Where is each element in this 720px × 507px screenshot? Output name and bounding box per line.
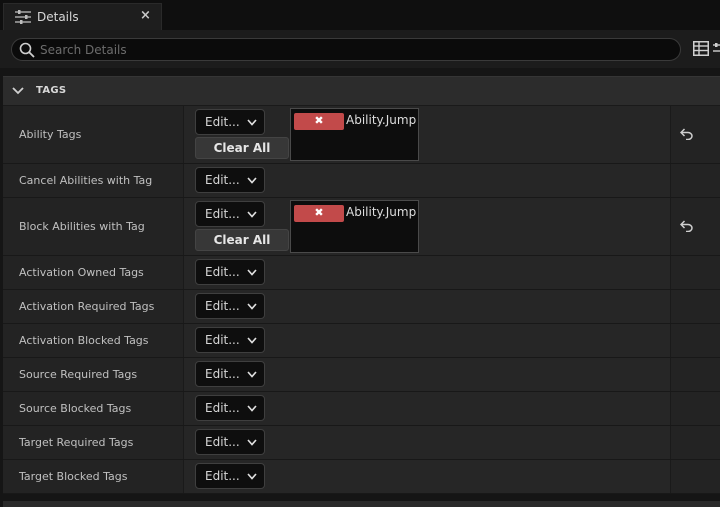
property-value: Edit... (184, 426, 670, 459)
edit-dropdown-label: Edit... (205, 333, 240, 347)
edit-tags-dropdown[interactable]: Edit... (195, 395, 265, 421)
chevron-down-icon (247, 177, 257, 184)
chevron-down-icon (247, 337, 257, 344)
column-divider (670, 426, 671, 459)
column-divider (670, 324, 671, 357)
property-value: Edit... Clear All ✖ Ability.Jump (184, 106, 670, 163)
property-name: Activation Owned Tags (19, 266, 144, 279)
property-row: Target Required Tags Edit... (3, 426, 720, 460)
property-row: Target Blocked Tags Edit... (3, 460, 720, 494)
edit-dropdown-label: Edit... (205, 367, 240, 381)
chevron-down-icon (247, 473, 257, 480)
details-toolbar (0, 30, 720, 68)
property-row: Cancel Abilities with Tag Edit... (3, 164, 720, 198)
column-divider (670, 358, 671, 391)
reset-to-default-icon[interactable] (680, 128, 694, 140)
property-rows: Ability Tags Edit... Clear All ✖ Ability.Jum… (3, 106, 720, 494)
property-value: Edit... (184, 392, 670, 425)
search-box[interactable] (11, 38, 681, 61)
edit-tags-dropdown[interactable]: Edit... (195, 463, 265, 489)
reset-to-default-icon[interactable] (680, 220, 694, 232)
property-name: Cancel Abilities with Tag (19, 174, 153, 187)
chevron-down-icon (247, 371, 257, 378)
edit-dropdown-label: Edit... (205, 401, 240, 415)
chevron-down-icon (247, 119, 257, 126)
property-value: Edit... Clear All ✖ Ability.Jump (184, 198, 670, 255)
edit-dropdown-label: Edit... (205, 435, 240, 449)
property-row: Activation Required Tags Edit... (3, 290, 720, 324)
property-row: Source Blocked Tags Edit... (3, 392, 720, 426)
clear-all-button[interactable]: Clear All (195, 229, 289, 251)
edit-tags-dropdown[interactable]: Edit... (195, 327, 265, 353)
edit-tags-dropdown[interactable]: Edit... (195, 293, 265, 319)
remove-tag-button[interactable]: ✖ (294, 205, 344, 222)
property-name: Ability Tags (19, 128, 82, 141)
property-row: Activation Blocked Tags Edit... (3, 324, 720, 358)
column-divider (670, 290, 671, 323)
edit-tags-dropdown[interactable]: Edit... (195, 201, 265, 227)
chevron-down-icon (247, 303, 257, 310)
settings-icon[interactable] (713, 41, 720, 56)
edit-dropdown-label: Edit... (205, 207, 240, 221)
search-input[interactable] (40, 40, 660, 59)
chevron-down-icon (247, 269, 257, 276)
grid-view-icon[interactable] (693, 41, 709, 56)
chevron-down-icon (247, 405, 257, 412)
close-icon[interactable]: × (140, 8, 151, 23)
panel-bottom-edge (3, 501, 720, 507)
property-name: Source Required Tags (19, 368, 138, 381)
tab-title: Details (37, 10, 79, 24)
property-value: Edit... (184, 256, 670, 289)
property-row: Activation Owned Tags Edit... (3, 256, 720, 290)
edit-tags-dropdown[interactable]: Edit... (195, 167, 265, 193)
property-name: Target Blocked Tags (19, 470, 128, 483)
property-row: Source Required Tags Edit... (3, 358, 720, 392)
property-value: Edit... (184, 460, 670, 493)
property-value: Edit... (184, 290, 670, 323)
chevron-down-icon (247, 211, 257, 218)
tag-label: Ability.Jump (346, 113, 417, 127)
tab-strip: Details × (0, 0, 720, 30)
category-title: TAGS (36, 85, 67, 96)
property-value: Edit... (184, 324, 670, 357)
property-name: Source Blocked Tags (19, 402, 132, 415)
remove-tag-button[interactable]: ✖ (294, 113, 344, 130)
property-value: Edit... (184, 358, 670, 391)
edit-dropdown-label: Edit... (205, 115, 240, 129)
tag-label: Ability.Jump (346, 205, 417, 219)
property-name: Activation Required Tags (19, 300, 155, 313)
tab-details[interactable]: Details × (3, 3, 162, 30)
edit-tags-dropdown[interactable]: Edit... (195, 259, 265, 285)
search-icon (19, 42, 35, 58)
column-divider (670, 198, 671, 255)
category-header-tags[interactable]: TAGS (3, 76, 720, 106)
property-row: Ability Tags Edit... Clear All ✖ Ability.Jum… (3, 106, 720, 164)
column-divider (670, 460, 671, 493)
tag-list: ✖ Ability.Jump (290, 200, 419, 253)
column-divider (670, 106, 671, 163)
edit-dropdown-label: Edit... (205, 469, 240, 483)
column-divider (670, 256, 671, 289)
edit-dropdown-label: Edit... (205, 299, 240, 313)
chevron-down-icon (12, 87, 24, 95)
property-name: Block Abilities with Tag (19, 220, 145, 233)
sliders-icon (15, 10, 31, 24)
property-name: Activation Blocked Tags (19, 334, 149, 347)
chevron-down-icon (247, 439, 257, 446)
edit-dropdown-label: Edit... (205, 173, 240, 187)
clear-all-button[interactable]: Clear All (195, 137, 289, 159)
property-name: Target Required Tags (19, 436, 134, 449)
column-divider (670, 164, 671, 197)
property-value: Edit... (184, 164, 670, 197)
edit-tags-dropdown[interactable]: Edit... (195, 361, 265, 387)
tag-list: ✖ Ability.Jump (290, 108, 419, 161)
edit-tags-dropdown[interactable]: Edit... (195, 109, 265, 135)
property-row: Block Abilities with Tag Edit... Clear All… (3, 198, 720, 256)
edit-tags-dropdown[interactable]: Edit... (195, 429, 265, 455)
edit-dropdown-label: Edit... (205, 265, 240, 279)
column-divider (670, 392, 671, 425)
